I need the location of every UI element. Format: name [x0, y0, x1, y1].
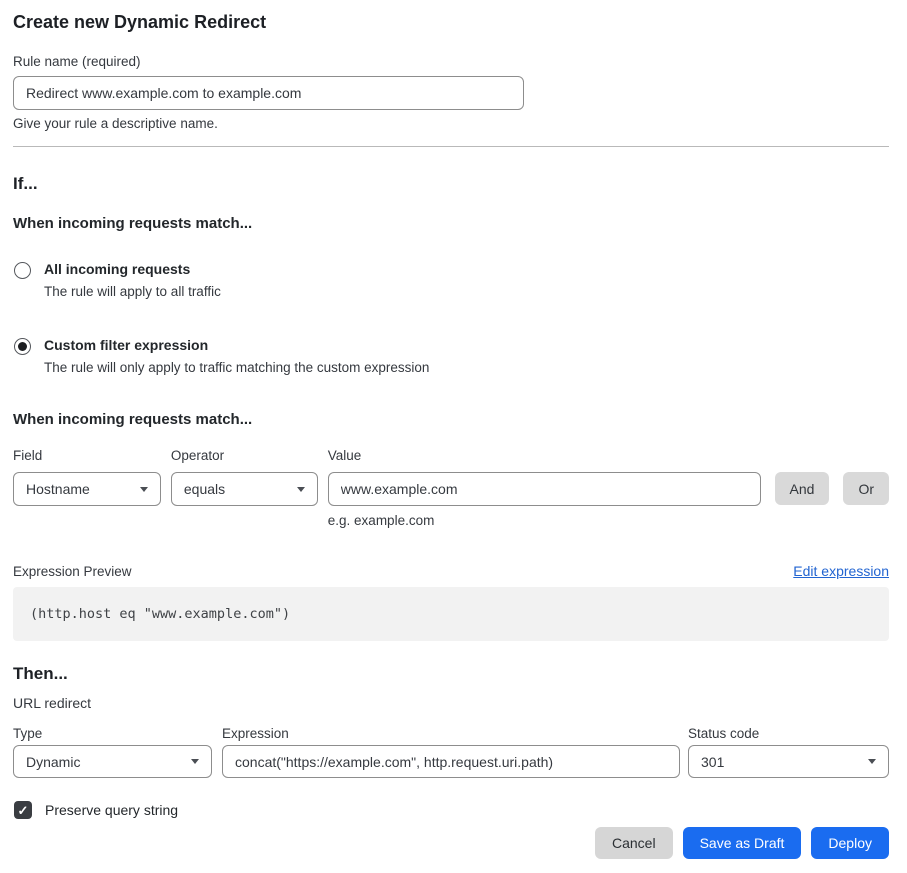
status-code-label: Status code [688, 725, 889, 742]
save-as-draft-button[interactable]: Save as Draft [683, 827, 802, 859]
redirect-expression-label: Expression [222, 725, 680, 742]
value-help: e.g. example.com [328, 512, 761, 529]
radio-button-custom-filter[interactable] [14, 338, 31, 355]
radio-option-all-incoming-requests[interactable]: All incoming requests The rule will appl… [13, 261, 889, 300]
status-code-select[interactable]: 301 [688, 745, 889, 778]
radio-label-all-incoming: All incoming requests [44, 261, 221, 278]
if-section-heading: If... [13, 173, 889, 194]
radio-description-all-incoming: The rule will apply to all traffic [44, 283, 221, 300]
type-label: Type [13, 725, 212, 742]
form-actions: Cancel Save as Draft Deploy [13, 827, 889, 859]
radio-description-custom-filter: The rule will only apply to traffic matc… [44, 359, 429, 376]
operator-label: Operator [171, 447, 318, 464]
rule-name-input[interactable] [13, 76, 524, 110]
status-code-select-value: 301 [701, 754, 724, 770]
expression-preview-box: (http.host eq "www.example.com") [13, 587, 889, 641]
chevron-down-icon [868, 759, 876, 764]
field-select[interactable]: Hostname [13, 472, 161, 506]
chevron-down-icon [297, 487, 305, 492]
and-button[interactable]: And [775, 472, 830, 505]
deploy-button[interactable]: Deploy [811, 827, 889, 859]
preserve-query-row[interactable]: ✓ Preserve query string [13, 801, 889, 819]
type-select-value: Dynamic [26, 754, 80, 770]
expression-preview-code: (http.host eq "www.example.com") [30, 605, 872, 623]
chevron-down-icon [191, 759, 199, 764]
cancel-button[interactable]: Cancel [595, 827, 673, 859]
redirect-config-row: Type Dynamic Expression Status code 301 [13, 725, 889, 778]
radio-button-all-incoming[interactable] [14, 262, 31, 279]
create-dynamic-redirect-form: Create new Dynamic Redirect Rule name (r… [0, 0, 907, 873]
redirect-expression-input[interactable] [222, 745, 680, 778]
url-redirect-label: URL redirect [13, 695, 889, 711]
rule-name-help: Give your rule a descriptive name. [13, 115, 889, 132]
rule-name-section: Rule name (required) Give your rule a de… [13, 53, 889, 132]
value-input[interactable] [328, 472, 761, 506]
check-icon: ✓ [18, 804, 29, 817]
then-section-heading: Then... [13, 663, 889, 684]
field-select-value: Hostname [26, 481, 90, 497]
section-divider [13, 146, 889, 147]
chevron-down-icon [140, 487, 148, 492]
filter-builder-row: Field Hostname Operator equals Value e.g… [13, 447, 889, 529]
preserve-query-checkbox[interactable]: ✓ [14, 801, 32, 819]
value-label: Value [328, 447, 761, 464]
preserve-query-label: Preserve query string [45, 802, 178, 818]
edit-expression-link[interactable]: Edit expression [793, 563, 889, 579]
field-label: Field [13, 447, 161, 464]
operator-select-value: equals [184, 481, 225, 497]
expression-preview-label: Expression Preview [13, 563, 132, 580]
or-button[interactable]: Or [843, 472, 889, 505]
type-select[interactable]: Dynamic [13, 745, 212, 778]
operator-select[interactable]: equals [171, 472, 318, 506]
page-title: Create new Dynamic Redirect [13, 12, 889, 33]
filter-match-heading: When incoming requests match... [13, 411, 889, 429]
rule-name-label: Rule name (required) [13, 53, 889, 70]
radio-option-custom-filter-expression[interactable]: Custom filter expression The rule will o… [13, 337, 889, 376]
incoming-requests-match-heading: When incoming requests match... [13, 215, 889, 233]
radio-label-custom-filter: Custom filter expression [44, 337, 429, 354]
